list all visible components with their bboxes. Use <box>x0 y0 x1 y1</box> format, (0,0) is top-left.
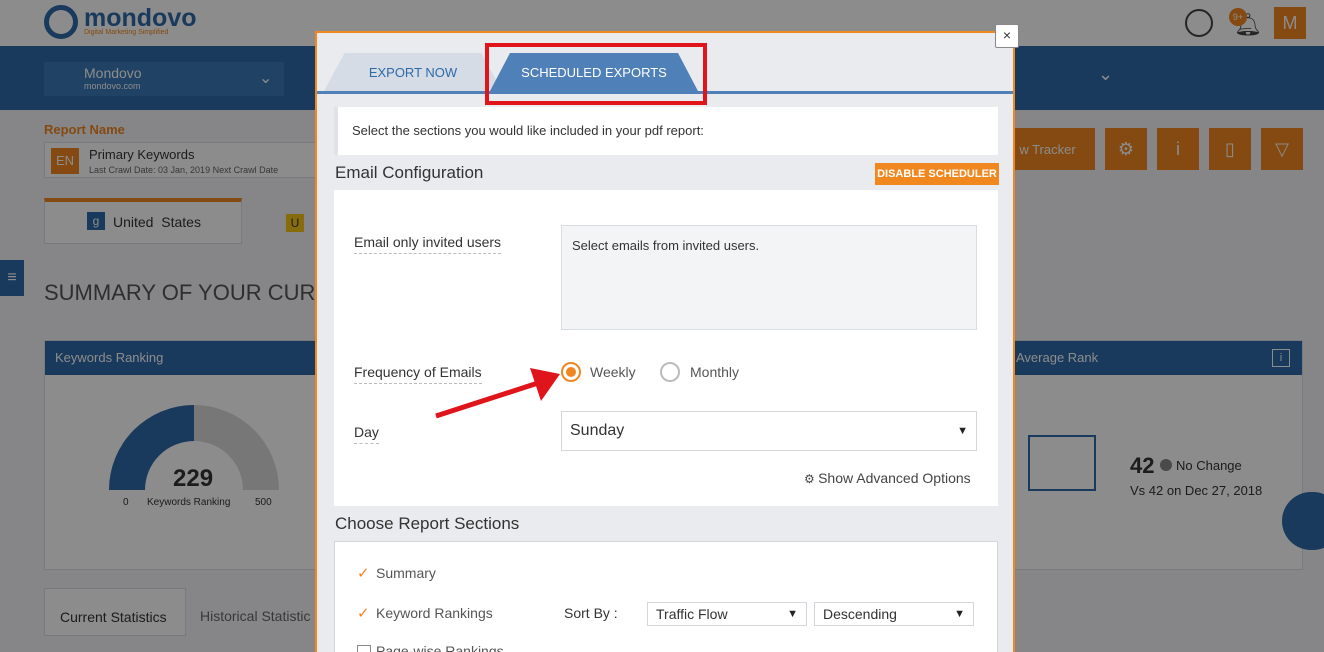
annotation-arrow <box>435 368 560 419</box>
